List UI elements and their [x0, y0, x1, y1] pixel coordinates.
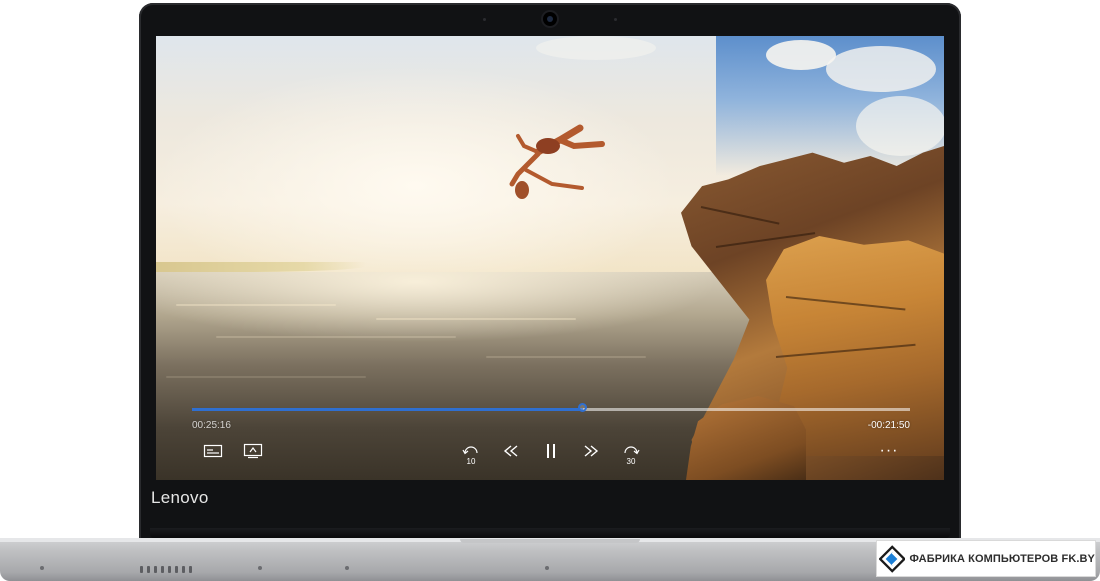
video-wave — [176, 304, 336, 306]
lid-bottom-bezel — [150, 528, 950, 538]
watermark-text: ФАБРИКА КОМПЬЮТЕРОВ FK.BY — [909, 552, 1095, 565]
speaker-vent — [189, 566, 192, 573]
skip-forward-button[interactable]: 30 — [618, 440, 644, 466]
elapsed-time: 00:25:16 — [192, 420, 231, 431]
fast-forward-icon — [584, 445, 599, 457]
site-watermark: ФАБРИКА КОМПЬЮТЕРОВ FK.BY — [876, 540, 1096, 577]
speaker-vent — [182, 566, 185, 573]
skip-forward-30-icon — [624, 446, 640, 455]
skip-forward-seconds: 30 — [626, 457, 636, 466]
base-port-dot — [345, 566, 349, 570]
skip-back-button[interactable]: 10 — [458, 440, 484, 466]
base-port-dot — [545, 566, 549, 570]
microphone-dot — [483, 18, 486, 21]
video-wave — [486, 356, 646, 358]
more-options-button[interactable]: ··· — [876, 440, 902, 462]
seek-bar-progress — [192, 408, 584, 411]
cast-to-device-button[interactable] — [240, 440, 266, 462]
seek-bar-thumb[interactable] — [578, 403, 588, 412]
speaker-vent — [147, 566, 150, 573]
speaker-vent — [168, 566, 171, 573]
pause-icon — [547, 444, 555, 458]
status-led — [40, 566, 44, 570]
speaker-vent — [140, 566, 143, 573]
rewind-icon — [503, 445, 518, 457]
video-wave — [376, 318, 576, 320]
base-port-dot — [258, 566, 262, 570]
speaker-vent — [161, 566, 164, 573]
remaining-time: -00:21:50 — [867, 420, 910, 431]
microphone-dot — [614, 18, 617, 21]
speaker-vent — [154, 566, 157, 573]
video-cloud — [536, 36, 656, 60]
webcam-icon — [543, 12, 557, 26]
video-diver — [509, 124, 605, 199]
skip-back-10-icon — [462, 446, 478, 455]
more-options-icon: ··· — [879, 442, 899, 459]
captions-icon — [203, 444, 223, 458]
video-sea-shine — [156, 272, 716, 422]
site-logo-icon — [879, 544, 906, 573]
brand-logo: Lenovo — [151, 488, 209, 507]
rewind-button[interactable] — [498, 440, 524, 462]
speaker-vent — [175, 566, 178, 573]
video-wave — [216, 336, 456, 338]
video-cloud — [856, 96, 944, 156]
cast-to-device-icon — [243, 443, 263, 459]
seek-bar[interactable] — [192, 403, 910, 412]
captions-button[interactable] — [200, 440, 226, 462]
skip-back-seconds: 10 — [466, 457, 476, 466]
video-frame[interactable] — [156, 36, 944, 480]
fast-forward-button[interactable] — [578, 440, 604, 462]
video-wave — [166, 376, 366, 378]
video-cloud — [826, 46, 936, 92]
pause-button[interactable] — [538, 440, 564, 462]
laptop-opening-notch — [460, 539, 640, 543]
